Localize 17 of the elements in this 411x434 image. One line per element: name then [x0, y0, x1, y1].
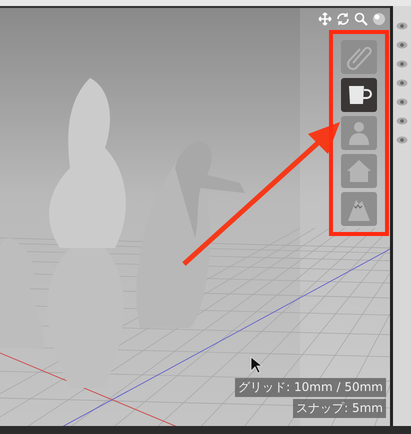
sphere-icon[interactable]	[372, 12, 386, 26]
eye-icon[interactable]	[396, 22, 408, 30]
rotate-icon[interactable]	[336, 12, 350, 26]
category-button[interactable]	[341, 78, 377, 112]
search-icon[interactable]	[354, 12, 368, 26]
house-icon	[345, 157, 373, 185]
eye-icon[interactable]	[396, 41, 408, 49]
eye-icon[interactable]	[396, 117, 408, 125]
move-icon[interactable]	[318, 12, 332, 26]
eye-icon[interactable]	[396, 79, 408, 87]
snap-size-label: スナップ: 5mm	[293, 399, 386, 418]
eye-icon[interactable]	[396, 60, 408, 68]
eye-icon[interactable]	[396, 136, 408, 144]
3d-viewport[interactable]: グリッド: 10mm / 50mm スナップ: 5mm	[0, 6, 390, 426]
eye-icon[interactable]	[396, 98, 408, 106]
grid-size-label: グリッド: 10mm / 50mm	[235, 378, 386, 397]
cursor-icon	[250, 356, 262, 374]
